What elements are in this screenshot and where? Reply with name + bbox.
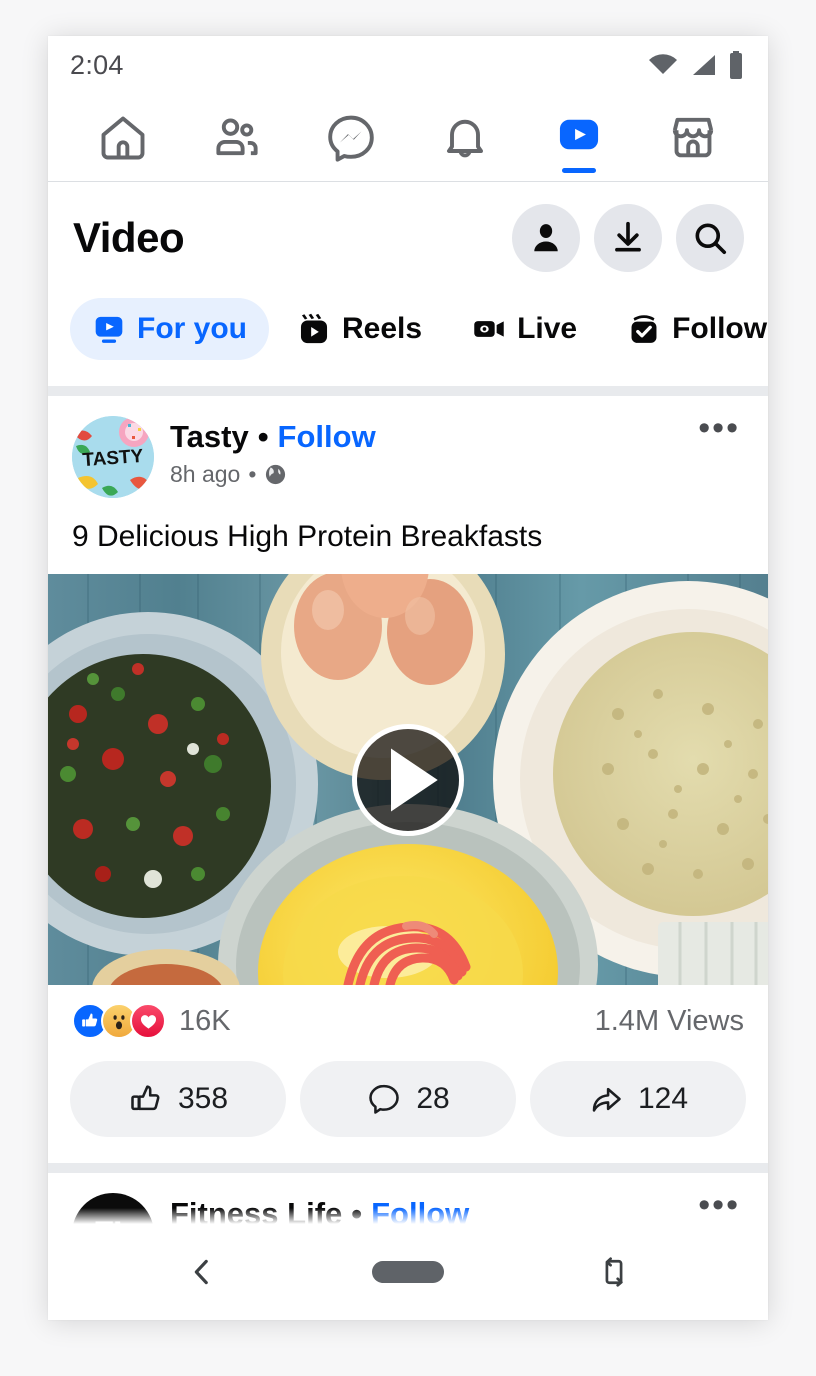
reaction-count: 16K	[179, 1004, 231, 1037]
avatar-image: TASTY	[72, 416, 154, 498]
post-header: TASTY Tasty • Follow 8h ago • •••	[48, 396, 768, 498]
saved-videos-button[interactable]	[594, 204, 662, 272]
section-divider	[48, 386, 768, 396]
rotate-screen-icon[interactable]	[597, 1255, 631, 1289]
status-bar: 2:04	[48, 36, 768, 94]
avatar[interactable]: TASTY	[72, 416, 154, 498]
category-tab-for-you[interactable]: For you	[70, 298, 269, 360]
friends-icon	[216, 118, 258, 155]
nav-tab-notifications[interactable]	[408, 94, 522, 181]
category-tab-following[interactable]: Following	[605, 298, 768, 360]
separator-dot: •	[257, 419, 269, 454]
category-label: Following	[672, 312, 768, 345]
status-time: 2:04	[70, 49, 124, 80]
video-thumbnail[interactable]	[48, 574, 768, 985]
section-divider	[48, 1163, 768, 1173]
live-camera-icon	[474, 321, 504, 337]
video-play-icon	[95, 316, 123, 343]
status-icons	[648, 51, 744, 79]
share-count: 124	[637, 1082, 689, 1115]
search-button[interactable]	[676, 204, 744, 272]
messenger-icon	[328, 115, 374, 162]
view-count: 1.4M Views	[594, 1004, 744, 1037]
wifi-icon	[649, 54, 677, 74]
play-button[interactable]	[352, 723, 464, 836]
home-icon	[101, 116, 145, 159]
download-icon	[615, 221, 641, 252]
feed-post: TASTY Tasty • Follow 8h ago • ••• 9 Deli…	[48, 396, 768, 1163]
video-header: Video	[48, 182, 768, 282]
reaction-group[interactable]: 16K	[72, 1003, 231, 1039]
post-meta: Tasty • Follow 8h ago •	[170, 416, 678, 488]
back-chevron-icon[interactable]	[185, 1255, 219, 1289]
category-label: Live	[517, 312, 578, 345]
nav-tab-home[interactable]	[66, 94, 180, 181]
more-options-icon[interactable]: •••	[694, 411, 744, 446]
separator-dot: •	[248, 461, 257, 487]
nav-tab-video[interactable]	[522, 94, 636, 181]
post-actions: 358 28 124	[48, 1053, 768, 1163]
scroll-fade	[48, 1208, 768, 1224]
comment-count: 28	[416, 1082, 450, 1115]
category-tabs: For you Reels Live Follow	[48, 282, 768, 386]
nav-tab-marketplace[interactable]	[636, 94, 750, 181]
svg-text:TASTY: TASTY	[82, 446, 145, 471]
thumbs-up-icon	[131, 1085, 160, 1111]
search-icon	[695, 223, 727, 255]
profile-button[interactable]	[512, 204, 580, 272]
reels-icon	[300, 313, 328, 344]
following-check-icon	[631, 315, 657, 343]
nav-tab-friends[interactable]	[180, 94, 294, 181]
post-subline: 8h ago •	[170, 461, 678, 488]
engagement-summary: 16K 1.4M Views	[48, 985, 768, 1053]
header-actions	[512, 204, 744, 272]
play-icon	[391, 748, 438, 811]
cellular-signal-icon	[693, 55, 715, 75]
phone-screen: 2:04 Video For you Reels Live Follow TAS…	[48, 36, 768, 1320]
category-label: For you	[137, 312, 247, 345]
comment-bubble-icon	[369, 1084, 400, 1114]
post-timestamp: 8h ago	[170, 461, 241, 487]
android-navigation-bar	[48, 1224, 768, 1320]
battery-icon	[730, 51, 742, 79]
video-icon	[559, 119, 599, 149]
facebook-top-nav	[48, 94, 768, 182]
love-reaction-icon	[130, 1003, 166, 1039]
nav-tab-messenger[interactable]	[294, 94, 408, 181]
follow-button[interactable]: Follow	[278, 419, 376, 455]
like-count: 358	[177, 1082, 229, 1115]
comment-button[interactable]: 28	[300, 1061, 516, 1137]
share-arrow-icon	[592, 1087, 621, 1112]
active-tab-indicator	[562, 168, 596, 173]
page-title: Video	[73, 214, 185, 261]
post-author[interactable]: Tasty	[170, 419, 249, 455]
marketplace-icon	[672, 117, 714, 157]
home-pill-icon[interactable]	[371, 1261, 444, 1283]
globe-icon	[266, 464, 286, 485]
like-button[interactable]: 358	[70, 1061, 286, 1137]
person-icon	[534, 224, 558, 252]
category-label: Reels	[342, 312, 423, 345]
post-author-line: Tasty • Follow	[170, 419, 678, 455]
share-button[interactable]: 124	[530, 1061, 746, 1137]
category-tab-reels[interactable]: Reels	[275, 298, 444, 360]
post-title: 9 Delicious High Protein Breakfasts	[72, 520, 543, 553]
bell-icon	[447, 119, 483, 157]
category-tab-live[interactable]: Live	[450, 298, 599, 360]
